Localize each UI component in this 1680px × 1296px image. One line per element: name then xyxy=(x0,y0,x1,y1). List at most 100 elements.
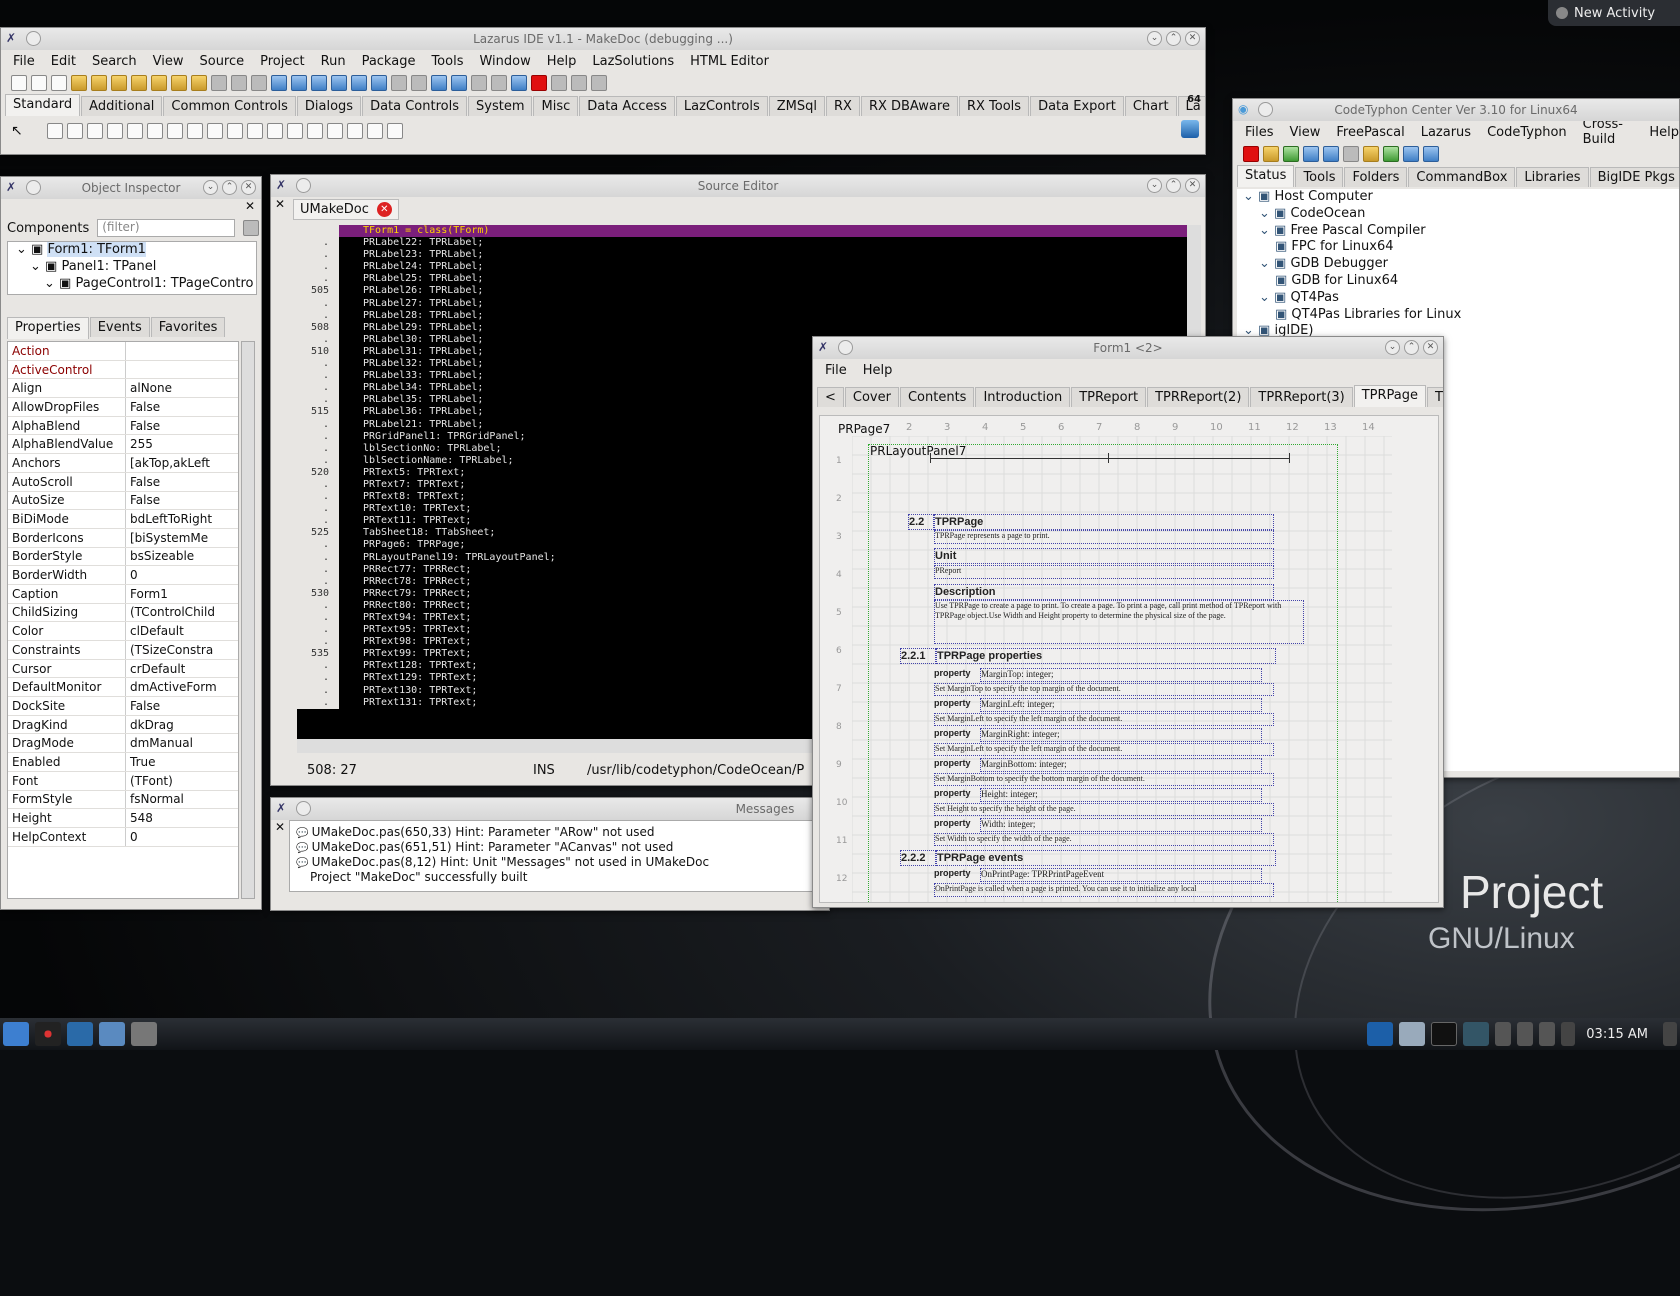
property-row[interactable]: BorderStyle bsSizeable xyxy=(8,547,238,567)
palette-tab[interactable]: Data Controls xyxy=(362,96,467,116)
menu-item[interactable]: File xyxy=(13,54,35,69)
property-row[interactable]: AutoSize False xyxy=(8,491,238,511)
property-row[interactable]: DockSite False xyxy=(8,697,238,716)
new-form-icon[interactable] xyxy=(31,75,47,91)
lazarus-icon[interactable]: ✗ xyxy=(276,178,290,192)
radiogroup-icon[interactable] xyxy=(307,123,323,139)
download-icon[interactable] xyxy=(1263,146,1279,162)
property-value[interactable]: 0 xyxy=(126,830,138,844)
label-icon[interactable] xyxy=(107,123,123,139)
message-line[interactable]: 💬 UMakeDoc.pas(650,33) Hint: Parameter "… xyxy=(296,825,822,840)
property-row[interactable]: ActiveControl xyxy=(8,360,238,380)
toggle-icon[interactable] xyxy=(171,75,187,91)
property-row[interactable]: BorderIcons [biSystemMe xyxy=(8,528,238,548)
pause-icon[interactable] xyxy=(511,75,527,91)
property-value[interactable]: [biSystemMe xyxy=(126,531,208,545)
property-value[interactable]: crDefault xyxy=(126,662,185,676)
togglebox-icon[interactable] xyxy=(167,123,183,139)
ct-menu-item[interactable]: Help xyxy=(1649,125,1679,140)
mainmenu-icon[interactable] xyxy=(47,123,63,139)
network-tray-icon[interactable] xyxy=(1463,1022,1490,1046)
ide-icon[interactable] xyxy=(1423,146,1439,162)
terminal-icon[interactable] xyxy=(1343,146,1359,162)
ct-tree-item[interactable]: ▣ FPC for Linux64 xyxy=(1243,239,1461,256)
scrollbar-icon[interactable] xyxy=(267,123,283,139)
property-value[interactable]: False xyxy=(126,475,160,489)
lazarus-task-icon[interactable] xyxy=(131,1022,157,1046)
checkgroup-icon[interactable] xyxy=(327,123,343,139)
form1-tab[interactable]: TPRReport(3) xyxy=(1250,387,1353,407)
open-project-icon[interactable] xyxy=(151,75,167,91)
property-value[interactable]: [akTop,akLeft xyxy=(126,456,210,470)
tab-close-icon[interactable]: ✕ xyxy=(376,202,392,217)
property-value[interactable]: False xyxy=(126,400,160,414)
new-unit-icon[interactable] xyxy=(51,75,67,91)
property-row[interactable]: AllowDropFiles False xyxy=(8,398,238,417)
terminal-tray-icon[interactable] xyxy=(1431,1022,1458,1046)
window3-icon[interactable] xyxy=(371,75,387,91)
maximize-button[interactable]: ⌃ xyxy=(1166,31,1181,46)
compile-icon[interactable] xyxy=(291,75,307,91)
listbox-icon[interactable] xyxy=(227,123,243,139)
sticky-button[interactable] xyxy=(26,31,41,46)
clock[interactable]: 03:15 AM xyxy=(1586,1027,1648,1042)
editor-close-icon[interactable]: ✕ xyxy=(275,197,285,211)
ct-titlebar[interactable]: ◉ CodeTyphon Center Ver 3.10 for Linux64 xyxy=(1233,99,1679,121)
sticky-button[interactable] xyxy=(296,178,311,193)
tree-item-form1[interactable]: ⌄ ▣ Form1: TForm1 xyxy=(16,242,254,259)
property-value[interactable]: bsSizeable xyxy=(126,549,194,563)
typhon-icon[interactable]: ◉ xyxy=(1238,102,1252,116)
maximize-button[interactable]: ⌃ xyxy=(222,180,237,195)
property-row[interactable]: Color clDefault xyxy=(8,622,238,641)
arrow-up-icon[interactable] xyxy=(1561,1022,1576,1046)
property-value[interactable]: dmActiveForm xyxy=(126,680,217,694)
download-icon[interactable] xyxy=(1181,120,1199,138)
save-icon[interactable] xyxy=(111,75,127,91)
form1-menu-item[interactable]: File xyxy=(825,363,847,378)
menu-item[interactable]: Package xyxy=(362,54,416,69)
property-value[interactable]: (TFont) xyxy=(126,774,173,788)
form1-tab[interactable]: TPRLayoutPanel xyxy=(1427,387,1443,407)
ct-tree-item[interactable]: ⌄ ▣ GDB Debugger xyxy=(1243,256,1461,273)
folder-icon[interactable] xyxy=(1363,146,1379,162)
checkbox-icon[interactable] xyxy=(187,123,203,139)
property-value[interactable]: bdLeftToRight xyxy=(126,512,212,526)
activities-icon[interactable] xyxy=(35,1022,61,1046)
palette-tab[interactable]: System xyxy=(468,96,533,116)
sticky-button[interactable] xyxy=(1258,102,1273,117)
message-line[interactable]: 💬 UMakeDoc.pas(651,51) Hint: Parameter "… xyxy=(296,840,822,855)
oi-close-icon[interactable]: ✕ xyxy=(245,199,255,213)
property-row[interactable]: Constraints (TSizeConstra xyxy=(8,641,238,660)
package-icon[interactable] xyxy=(311,75,327,91)
filter-input[interactable]: (filter) xyxy=(97,219,236,237)
palette-tab[interactable]: Data Access xyxy=(579,96,675,116)
edit-icon[interactable] xyxy=(127,123,143,139)
oi-tab[interactable]: Properties xyxy=(7,317,89,339)
property-row[interactable]: Caption Form1 xyxy=(8,584,238,604)
ct-tree-item[interactable]: ▣ GDB for Linux64 xyxy=(1243,273,1461,290)
minimize-button[interactable]: ⌄ xyxy=(1147,178,1162,193)
menu-item[interactable]: HTML Editor xyxy=(690,54,769,69)
menu-item[interactable]: Run xyxy=(321,54,346,69)
tools-icon[interactable] xyxy=(411,75,427,91)
view-units-icon[interactable] xyxy=(211,75,227,91)
property-value[interactable]: dkDrag xyxy=(126,718,174,732)
ct-menu-item[interactable]: CodeTyphon xyxy=(1487,125,1567,140)
run-icon[interactable] xyxy=(471,75,487,91)
open-icon[interactable] xyxy=(71,75,87,91)
ct-tree-item[interactable]: ▣ QT4Pas Libraries for Linux xyxy=(1243,307,1461,324)
property-row[interactable]: Cursor crDefault xyxy=(8,659,238,679)
ct-menu-item[interactable]: View xyxy=(1290,125,1321,140)
actionlist-icon[interactable] xyxy=(387,123,403,139)
form1-tab[interactable]: TPRReport(2) xyxy=(1147,387,1250,407)
files-tray-icon[interactable] xyxy=(1399,1022,1426,1046)
tools-icon[interactable] xyxy=(1403,146,1419,162)
oi-tab[interactable]: Events xyxy=(89,317,150,337)
palette-tab[interactable]: Additional xyxy=(81,96,163,116)
ct-menu-item[interactable]: Cross-Build xyxy=(1583,117,1634,147)
tab-scroll-left-icon[interactable]: < xyxy=(817,387,844,407)
property-value[interactable]: False xyxy=(126,699,160,713)
open-recent-icon[interactable] xyxy=(91,75,107,91)
stop-icon[interactable] xyxy=(531,75,547,91)
options-icon[interactable] xyxy=(191,75,207,91)
